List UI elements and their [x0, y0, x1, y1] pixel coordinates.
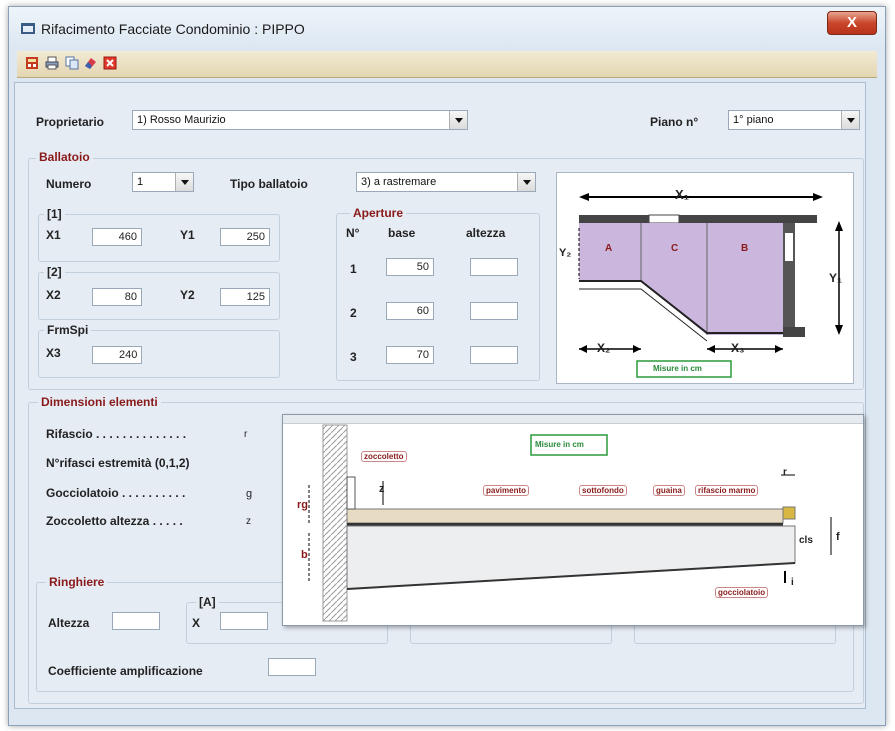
- aperture-altezza-input[interactable]: [470, 302, 518, 320]
- ballatoio-title: Ballatoio: [36, 150, 93, 164]
- sottofondo-callout: sottofondo: [579, 485, 627, 496]
- aperture-col-n: N°: [346, 226, 360, 240]
- tipo-ballatoio-label: Tipo ballatoio: [230, 177, 308, 191]
- chevron-down-icon[interactable]: [517, 173, 535, 191]
- b-dimension: b: [301, 549, 308, 561]
- rg-dimension: rg: [297, 499, 308, 511]
- aperture-row-n: 3: [350, 350, 357, 364]
- numero-select[interactable]: 1: [132, 172, 194, 192]
- x2-input[interactable]: 80: [92, 288, 142, 306]
- print-icon[interactable]: [45, 56, 59, 70]
- aperture-col-altezza: altezza: [466, 226, 506, 240]
- pavimento-callout: pavimento: [483, 485, 530, 496]
- altezza-label: Altezza: [48, 616, 90, 630]
- coeff-label: Coefficiente amplificazione: [48, 664, 203, 678]
- r-dimension: r: [783, 467, 787, 478]
- aperture-base-input[interactable]: 50: [386, 258, 434, 276]
- gocciolatoio-label: Gocciolatoio . . . . . . . . . .: [46, 486, 186, 500]
- area-a-label: A: [605, 243, 613, 254]
- x3-dimension: X₃: [731, 341, 745, 355]
- altezza-input[interactable]: [112, 612, 160, 630]
- aperture-title: Aperture: [350, 206, 407, 220]
- calculator-icon[interactable]: [25, 56, 39, 70]
- eraser-icon[interactable]: [83, 56, 97, 70]
- y2-dimension: Y₂: [559, 247, 572, 259]
- chevron-down-icon[interactable]: [841, 111, 859, 129]
- f-dimension: f: [836, 531, 840, 543]
- gocciolatoio-callout: gocciolatoio: [715, 587, 769, 598]
- rifasci-estremita-label: N°rifasci estremità (0,1,2): [46, 456, 190, 470]
- floor-label: Piano n°: [650, 115, 699, 129]
- coeff-input[interactable]: [268, 658, 316, 676]
- ringhiere-title: Ringhiere: [46, 575, 108, 589]
- x1-dimension: X₁: [675, 187, 690, 202]
- dimensioni-title: Dimensioni elementi: [38, 395, 161, 409]
- group-2-title: [2]: [44, 265, 65, 279]
- rifascio-marmo-callout: rifascio marmo: [695, 485, 759, 496]
- aperture-row-n: 1: [350, 262, 357, 276]
- window-title: Rifacimento Facciate Condominio : PIPPO: [41, 21, 305, 37]
- x1-input[interactable]: 460: [92, 228, 142, 246]
- gocciolatoio-symbol: g: [246, 488, 253, 500]
- owner-label: Proprietario: [36, 115, 105, 129]
- close-button[interactable]: X: [827, 11, 877, 35]
- x-label: X: [192, 616, 201, 630]
- aperture-base-input[interactable]: 70: [386, 346, 434, 364]
- section-diagram: Misure in cm zoccoletto pavimento sottof…: [282, 414, 864, 626]
- area-c-label: C: [671, 243, 679, 254]
- aperture-altezza-input[interactable]: [470, 346, 518, 364]
- aperture-altezza-input[interactable]: [470, 258, 518, 276]
- toolbar: [17, 51, 877, 78]
- guaina-callout: guaina: [653, 485, 685, 496]
- zoccoletto-label: Zoccoletto altezza . . . . .: [46, 514, 183, 528]
- measure-note: Misure in cm: [653, 364, 702, 373]
- measure-note-2: Misure in cm: [535, 440, 584, 449]
- rifascio-label: Rifascio . . . . . . . . . . . . . .: [46, 427, 187, 441]
- chevron-down-icon[interactable]: [175, 173, 193, 191]
- title-bar: Rifacimento Facciate Condominio : PIPPO …: [9, 7, 885, 49]
- zoccoletto-symbol: z: [246, 516, 251, 527]
- chevron-down-icon[interactable]: [449, 111, 467, 129]
- y1-input[interactable]: 250: [220, 228, 270, 246]
- copy-icon[interactable]: [65, 56, 79, 70]
- ballatoio-diagram: X₁ Y₁ Y₂ X₂ X₃ A C B Misure in cm: [556, 172, 854, 384]
- floor-value: 1° piano: [733, 114, 774, 126]
- x-input[interactable]: [220, 612, 268, 630]
- y1-label: Y1: [180, 228, 195, 242]
- group-a-title: [A]: [196, 595, 219, 609]
- x2-label: X2: [46, 288, 61, 302]
- x3-input[interactable]: 240: [92, 346, 142, 364]
- x1-label: X1: [46, 228, 61, 242]
- y2-label: Y2: [180, 288, 195, 302]
- y2-input[interactable]: 125: [220, 288, 270, 306]
- tipo-ballatoio-value: 3) a rastremare: [361, 176, 437, 188]
- numero-label: Numero: [46, 177, 92, 191]
- y1-dimension: Y₁: [829, 271, 842, 285]
- aperture-col-base: base: [388, 226, 416, 240]
- zoccoletto-callout: zoccoletto: [361, 451, 407, 462]
- close-icon[interactable]: [103, 56, 117, 70]
- aperture-row-n: 2: [350, 306, 357, 320]
- x2-dimension: X₂: [597, 341, 611, 355]
- owner-select[interactable]: 1) Rosso Maurizio: [132, 110, 468, 130]
- window-icon: [21, 23, 35, 34]
- i-dimension: i: [791, 577, 794, 588]
- area-b-label: B: [741, 243, 749, 254]
- group-1-title: [1]: [44, 207, 65, 221]
- tipo-ballatoio-select[interactable]: 3) a rastremare: [356, 172, 536, 192]
- floor-select[interactable]: 1° piano: [728, 110, 860, 130]
- x3-label: X3: [46, 346, 61, 360]
- group-frmspi: [38, 330, 280, 378]
- group-frmspi-title: FrmSpi: [44, 323, 92, 337]
- owner-value: 1) Rosso Maurizio: [137, 114, 226, 126]
- z-dimension: z: [379, 483, 385, 495]
- rifascio-symbol: r: [244, 429, 248, 440]
- numero-value: 1: [137, 176, 144, 188]
- cls-dimension: cls: [799, 535, 813, 546]
- aperture-base-input[interactable]: 60: [386, 302, 434, 320]
